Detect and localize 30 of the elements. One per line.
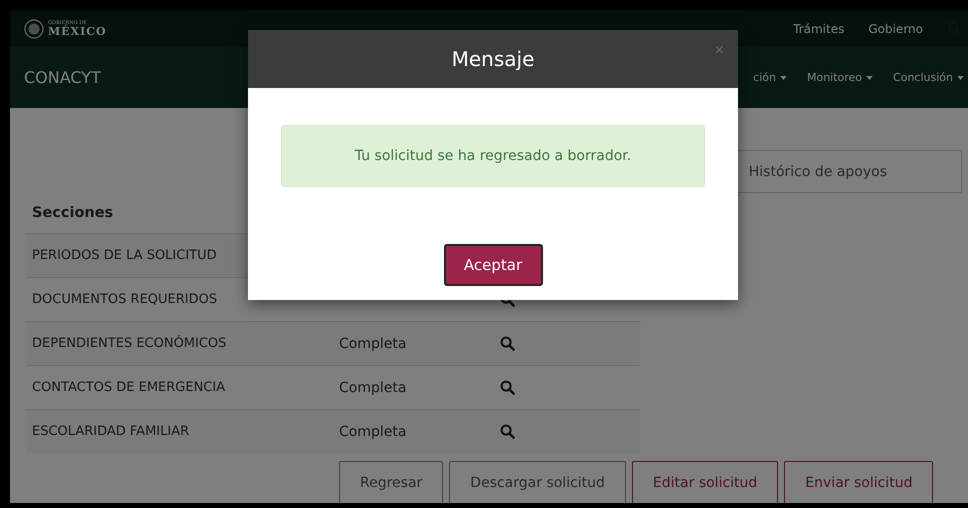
action-button[interactable]: Descargar solicitud — [449, 461, 626, 503]
nav-menu[interactable]: Conclusión — [893, 71, 964, 84]
section-name: PERIODOS DE LA SOLICITUD — [31, 248, 218, 263]
section-status: Completa — [339, 424, 408, 440]
caret-icon — [957, 76, 964, 80]
caret-icon — [780, 76, 787, 80]
seal-icon — [24, 18, 44, 38]
view-icon[interactable] — [500, 424, 515, 439]
action-button[interactable]: Enviar solicitud — [784, 461, 934, 503]
caret-icon — [866, 76, 874, 80]
success-alert: Tu solicitud se ha regresado a borrador. — [281, 125, 705, 187]
logo-title: MÉXICO — [48, 26, 107, 36]
action-button[interactable]: Editar solicitud — [632, 461, 778, 503]
section-name: ESCOLARIDAD FAMILIAR — [31, 424, 190, 439]
section-name: CONTACTOS DE EMERGENCIA — [31, 380, 226, 395]
accept-button[interactable]: Aceptar — [444, 244, 542, 286]
nav-menu[interactable]: Monitoreo — [806, 71, 874, 84]
action-button[interactable]: Regresar — [339, 461, 444, 503]
header-link[interactable]: Trámites — [793, 22, 844, 36]
section-status: Completa — [339, 380, 408, 396]
dialog-title: Mensaje — [452, 47, 534, 71]
sections-heading: Secciones — [32, 205, 114, 223]
view-icon[interactable] — [500, 336, 515, 351]
view-icon[interactable] — [500, 380, 515, 395]
brand-title[interactable]: CONACYT — [24, 68, 101, 87]
nav-menu[interactable]: ción — [753, 71, 787, 84]
section-name: DOCUMENTOS REQUERIDOS — [31, 292, 218, 307]
section-name: DEPENDIENTES ECONÓMICOS — [31, 336, 228, 351]
section-status: Completa — [339, 336, 408, 352]
header-link[interactable]: Gobierno — [868, 22, 923, 36]
